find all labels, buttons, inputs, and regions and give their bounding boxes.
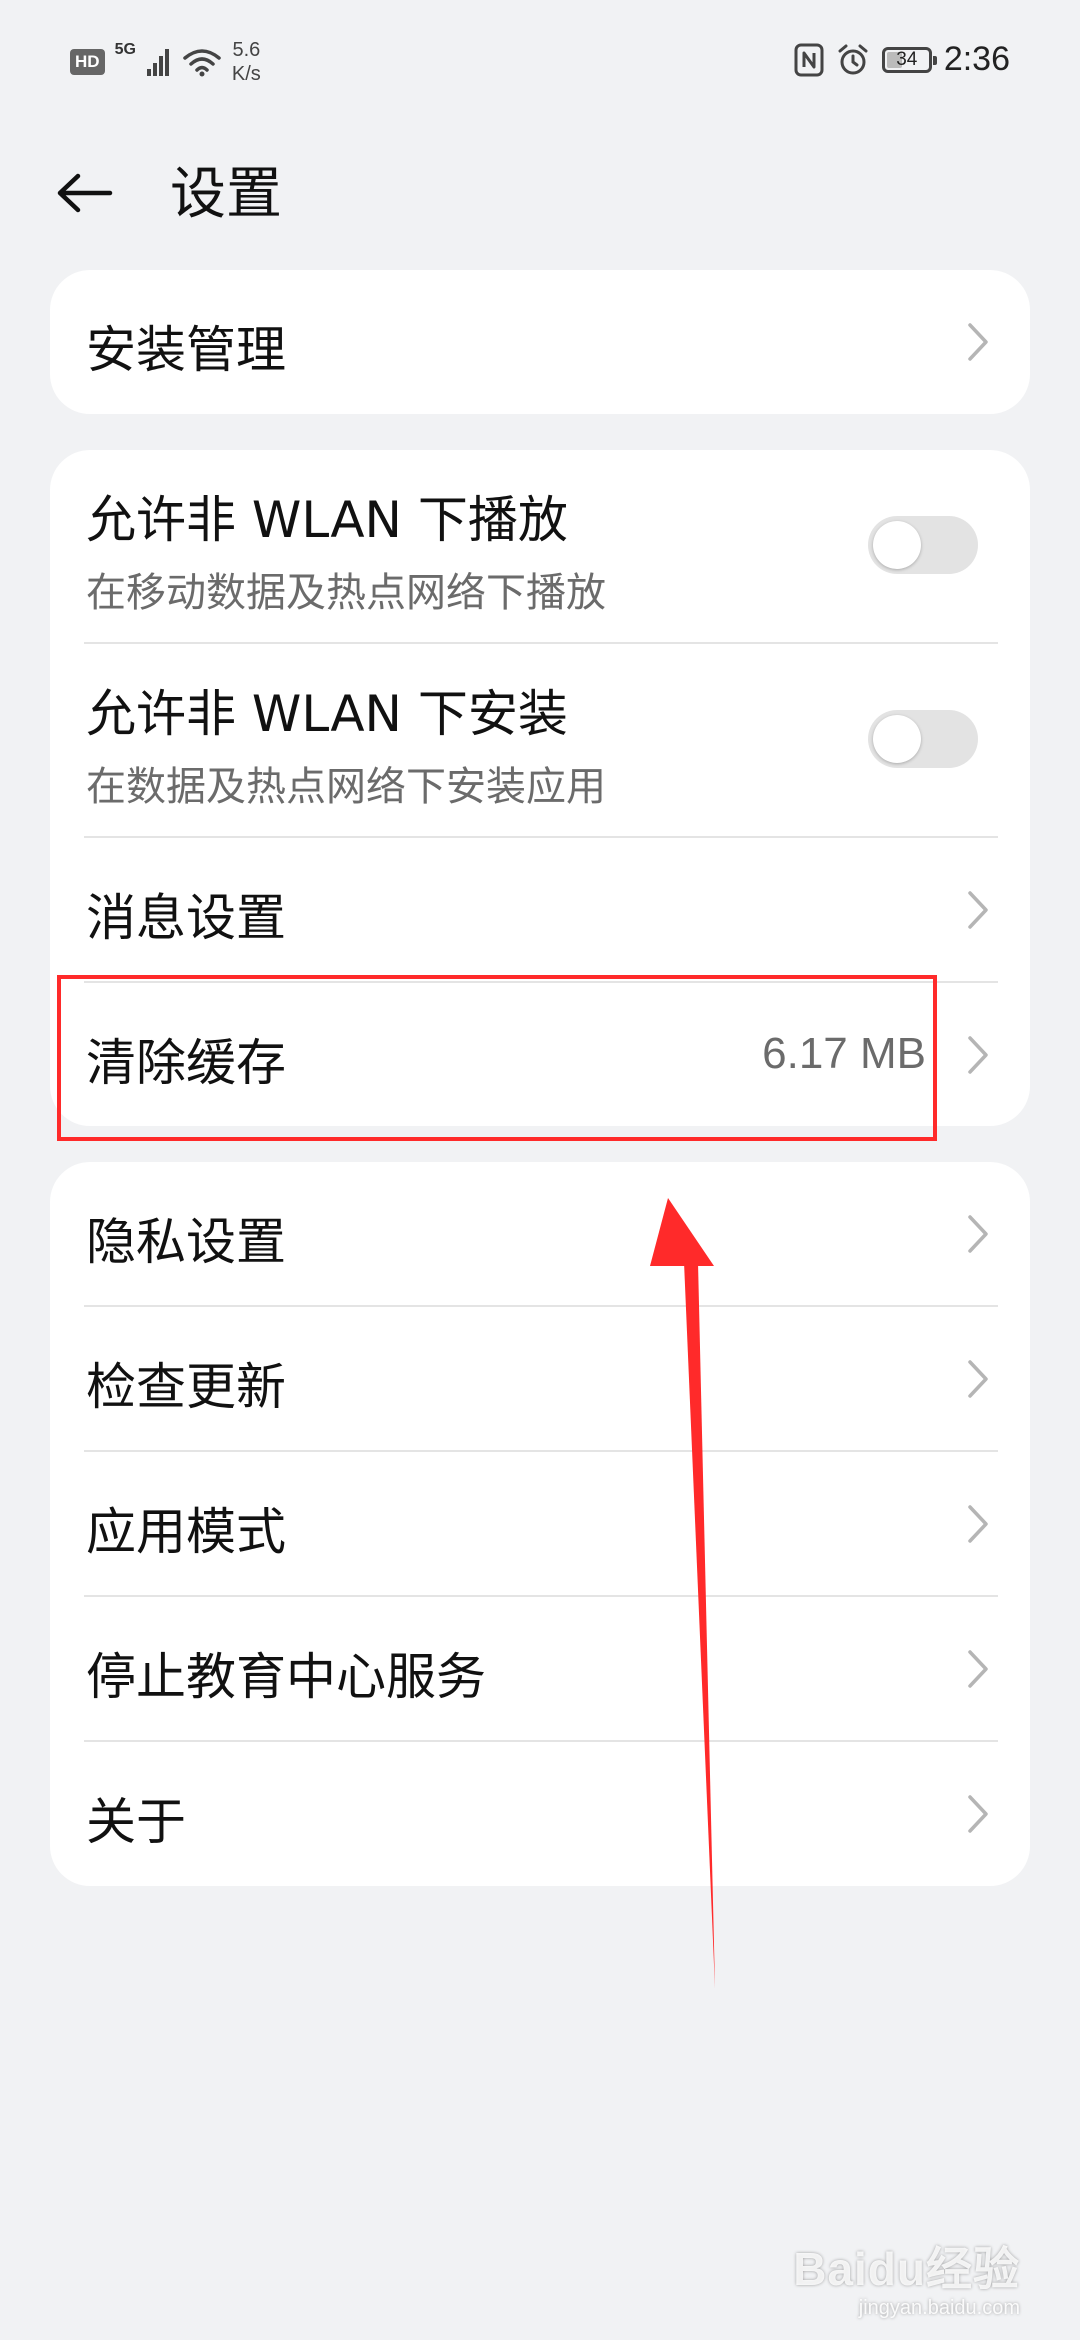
chevron-right-icon <box>968 1215 988 1253</box>
chevron-right-icon <box>968 1036 988 1074</box>
install-management-item[interactable]: 安装管理 <box>50 270 1030 414</box>
alarm-icon <box>838 44 868 74</box>
check-update-label: 检查更新 <box>86 1358 286 1416</box>
stop-education-center-item[interactable]: 停止教育中心服务 <box>50 1597 1030 1742</box>
wifi-icon <box>183 49 221 77</box>
arrow-left-icon <box>57 173 113 213</box>
chevron-right-icon <box>968 323 988 361</box>
battery-level: 34 <box>896 48 918 70</box>
allow-play-non-wlan-toggle[interactable] <box>868 516 978 574</box>
hd-badge: HD <box>70 49 105 75</box>
battery-icon: 34 <box>881 46 937 73</box>
clear-cache-label: 清除缓存 <box>86 1034 286 1092</box>
settings-card-install: 安装管理 <box>50 270 1030 414</box>
app-mode-label: 应用模式 <box>86 1503 286 1561</box>
allow-install-non-wlan-toggle[interactable] <box>868 710 978 768</box>
allow-install-non-wlan-desc: 在数据及热点网络下安装应用 <box>86 764 606 810</box>
cache-size-value: 6.17 MB <box>762 1029 926 1078</box>
allow-play-non-wlan-item[interactable]: 允许非 WLAN 下播放 在移动数据及热点网络下播放 <box>50 450 1030 644</box>
clear-cache-item[interactable]: 清除缓存 6.17 MB <box>50 983 1030 1126</box>
signal-icon <box>146 49 169 76</box>
app-mode-item[interactable]: 应用模式 <box>50 1452 1030 1597</box>
page-title: 设置 <box>170 162 282 227</box>
watermark-url: jingyan.baidu.com <box>858 2297 1020 2319</box>
chevron-right-icon <box>968 1505 988 1543</box>
nfc-icon <box>794 43 824 76</box>
check-update-item[interactable]: 检查更新 <box>50 1307 1030 1452</box>
stop-education-center-label: 停止教育中心服务 <box>86 1648 486 1706</box>
toggle-knob <box>873 521 921 569</box>
back-button[interactable] <box>44 158 124 228</box>
message-settings-item[interactable]: 消息设置 <box>50 838 1030 983</box>
app-bar: 设置 <box>0 140 1080 240</box>
allow-install-non-wlan-item[interactable]: 允许非 WLAN 下安装 在数据及热点网络下安装应用 <box>50 644 1030 838</box>
allow-install-non-wlan-label: 允许非 WLAN 下安装 <box>86 685 568 743</box>
status-right: 34 2:36 <box>794 40 1010 79</box>
install-management-label: 安装管理 <box>86 321 286 379</box>
speed-unit: K/s <box>231 63 261 85</box>
watermark: Baidu经验 jingyan.baidu.com <box>793 2233 1020 2320</box>
privacy-settings-label: 隐私设置 <box>86 1213 286 1271</box>
settings-card-general: 隐私设置 检查更新 应用模式 停止教育中心服务 关于 <box>50 1162 1030 1886</box>
toggle-knob <box>873 715 921 763</box>
chevron-right-icon <box>968 1795 988 1833</box>
watermark-logo: Baidu经验 <box>793 2243 1020 2295</box>
about-item[interactable]: 关于 <box>50 1742 1030 1886</box>
allow-play-non-wlan-desc: 在移动数据及热点网络下播放 <box>86 570 606 616</box>
allow-play-non-wlan-label: 允许非 WLAN 下播放 <box>86 491 568 549</box>
privacy-settings-item[interactable]: 隐私设置 <box>50 1162 1030 1307</box>
network-speed: 5.6 K/s <box>232 38 261 86</box>
status-time: 2:36 <box>943 40 1010 78</box>
network-type-label: 5G <box>114 41 136 58</box>
speed-value: 5.6 <box>232 39 261 61</box>
status-bar: HD 5G 5.6 K/s 34 2:36 <box>0 0 1080 120</box>
about-label: 关于 <box>86 1793 186 1851</box>
chevron-right-icon <box>968 1360 988 1398</box>
chevron-right-icon <box>968 891 988 929</box>
settings-card-network: 允许非 WLAN 下播放 在移动数据及热点网络下播放 允许非 WLAN 下安装 … <box>50 450 1030 1126</box>
message-settings-label: 消息设置 <box>86 889 286 947</box>
chevron-right-icon <box>968 1650 988 1688</box>
status-left: HD 5G 5.6 K/s <box>70 38 261 86</box>
